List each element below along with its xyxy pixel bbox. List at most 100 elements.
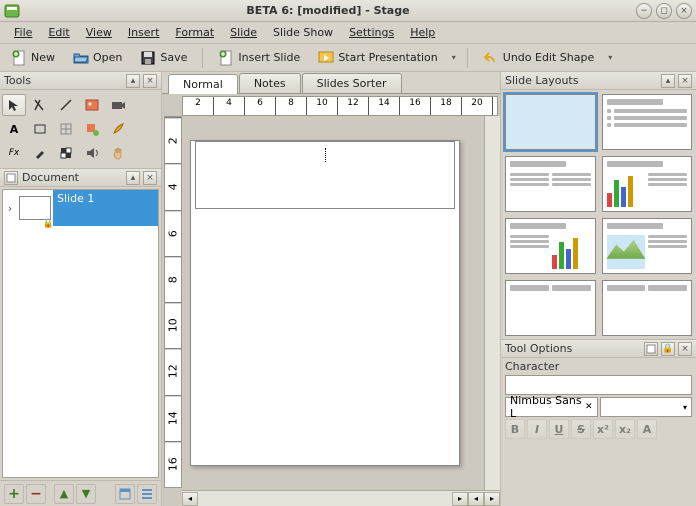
canvas-area: 246810121416182022 246810121416 ◂ <box>162 94 500 506</box>
italic-button[interactable]: I <box>527 419 547 439</box>
underline-button[interactable]: U <box>549 419 569 439</box>
slide-layouts-close-button[interactable]: × <box>678 74 692 88</box>
remove-slide-button[interactable]: − <box>26 484 46 504</box>
tool-sound[interactable] <box>80 142 104 164</box>
scroll-right-button[interactable]: ▸ <box>452 492 468 506</box>
font-size-combo[interactable]: ▾ <box>600 397 693 417</box>
tool-options-lock-icon[interactable]: 🔒 <box>661 342 675 356</box>
document-title: Document <box>22 171 79 184</box>
layout-two-header-2[interactable] <box>602 280 693 336</box>
strike-button[interactable]: S <box>571 419 591 439</box>
tool-paint[interactable] <box>80 118 104 140</box>
layout-text-chart[interactable] <box>505 218 596 274</box>
menu-format[interactable]: Format <box>167 24 222 41</box>
document-tab-icon[interactable] <box>4 171 18 185</box>
tool-text-a[interactable]: A <box>2 118 26 140</box>
move-down-button[interactable]: ▼ <box>76 484 96 504</box>
tab-slides-sorter[interactable]: Slides Sorter <box>302 73 402 93</box>
tools-grid: A Fx <box>0 90 161 168</box>
layout-image-text[interactable] <box>602 218 693 274</box>
slide-list[interactable]: › 🔒 Slide 1 <box>2 189 159 478</box>
tool-grid[interactable] <box>54 118 78 140</box>
font-clear-icon[interactable]: ✕ <box>585 402 593 412</box>
tool-picture[interactable] <box>80 94 104 116</box>
scroll-left-button[interactable]: ◂ <box>182 492 198 506</box>
insert-slide-label: Insert Slide <box>238 51 300 64</box>
undo-dropdown[interactable]: ▾ <box>605 53 615 62</box>
tool-rect[interactable] <box>28 118 52 140</box>
slide-layouts-collapse-button[interactable]: ▴ <box>661 74 675 88</box>
vertical-ruler[interactable]: 246810121416 <box>164 116 182 488</box>
thumbnail-view-button[interactable] <box>115 484 135 504</box>
tool-fx[interactable]: Fx <box>2 142 26 164</box>
document-collapse-button[interactable]: ▴ <box>126 171 140 185</box>
tool-brush[interactable] <box>106 118 130 140</box>
tool-checker[interactable] <box>54 142 78 164</box>
menu-edit[interactable]: Edit <box>40 24 77 41</box>
tool-eyedropper[interactable] <box>28 142 52 164</box>
start-presentation-dropdown[interactable]: ▾ <box>449 53 459 62</box>
slide-label[interactable]: Slide 1 <box>53 190 158 226</box>
expand-icon[interactable]: › <box>3 202 17 215</box>
presentation-icon <box>318 50 334 66</box>
font-family-combo[interactable]: Nimbus Sans L ✕ <box>505 397 598 417</box>
slide-canvas[interactable] <box>182 116 484 490</box>
menu-insert[interactable]: Insert <box>120 24 168 41</box>
menu-file[interactable]: File <box>6 24 40 41</box>
tools-close-button[interactable]: × <box>143 74 157 88</box>
slide-layouts-grid[interactable] <box>501 90 696 340</box>
bold-button[interactable]: B <box>505 419 525 439</box>
add-slide-button[interactable]: + <box>4 484 24 504</box>
list-view-button[interactable] <box>137 484 157 504</box>
tool-line[interactable] <box>54 94 78 116</box>
tools-collapse-button[interactable]: ▴ <box>126 74 140 88</box>
layout-blank[interactable] <box>505 94 596 150</box>
title-textbox[interactable] <box>195 141 455 209</box>
tool-pointer[interactable] <box>2 94 26 116</box>
tool-options-doc-icon[interactable] <box>644 342 658 356</box>
insert-slide-button[interactable]: Insert Slide <box>211 47 307 69</box>
maximize-window-button[interactable]: ◻ <box>656 3 672 19</box>
tools-title: Tools <box>4 74 31 87</box>
move-up-button[interactable]: ▲ <box>54 484 74 504</box>
menu-help[interactable]: Help <box>402 24 443 41</box>
new-button[interactable]: New <box>4 47 62 69</box>
character-input[interactable] <box>505 375 692 395</box>
horizontal-ruler[interactable]: 246810121416182022 <box>182 96 498 116</box>
menu-slideshow[interactable]: Slide Show <box>265 24 341 41</box>
slide-layouts-header: Slide Layouts ▴ × <box>501 72 696 90</box>
layout-chart-text[interactable] <box>602 156 693 212</box>
close-window-button[interactable]: × <box>676 3 692 19</box>
tool-hand[interactable] <box>106 142 130 164</box>
more-format-button[interactable]: A <box>637 419 657 439</box>
prev-slide-button[interactable]: ◂ <box>468 492 484 506</box>
undo-button[interactable]: Undo Edit Shape <box>476 47 601 69</box>
tab-normal[interactable]: Normal <box>168 74 238 94</box>
lock-icon: 🔒 <box>43 219 54 229</box>
start-presentation-button[interactable]: Start Presentation <box>311 47 444 69</box>
slide[interactable] <box>190 140 460 466</box>
minimize-window-button[interactable]: − <box>636 3 652 19</box>
vertical-scrollbar[interactable] <box>484 116 500 490</box>
layout-bullets[interactable] <box>602 94 693 150</box>
slide-row-1[interactable]: › 🔒 Slide 1 <box>3 190 158 226</box>
horizontal-scrollbar[interactable]: ◂ ▸ ◂ ▸ <box>182 490 500 506</box>
tool-options-close-button[interactable]: × <box>678 342 692 356</box>
title-bar: BETA 6: [modified] - Stage − ◻ × <box>0 0 696 22</box>
document-close-button[interactable]: × <box>143 171 157 185</box>
tab-notes[interactable]: Notes <box>239 73 301 93</box>
slide-thumbnail[interactable]: 🔒 <box>19 196 51 220</box>
next-slide-button[interactable]: ▸ <box>484 492 500 506</box>
sub-button[interactable]: x₂ <box>615 419 635 439</box>
tool-text[interactable] <box>28 94 52 116</box>
menu-slide[interactable]: Slide <box>222 24 265 41</box>
open-button[interactable]: Open <box>66 47 129 69</box>
super-button[interactable]: x² <box>593 419 613 439</box>
layout-two-header[interactable] <box>505 280 596 336</box>
view-tabs: Normal Notes Slides Sorter <box>162 72 500 94</box>
menu-view[interactable]: View <box>78 24 120 41</box>
save-button[interactable]: Save <box>133 47 194 69</box>
tool-camera[interactable] <box>106 94 130 116</box>
layout-two-text[interactable] <box>505 156 596 212</box>
menu-settings[interactable]: Settings <box>341 24 402 41</box>
